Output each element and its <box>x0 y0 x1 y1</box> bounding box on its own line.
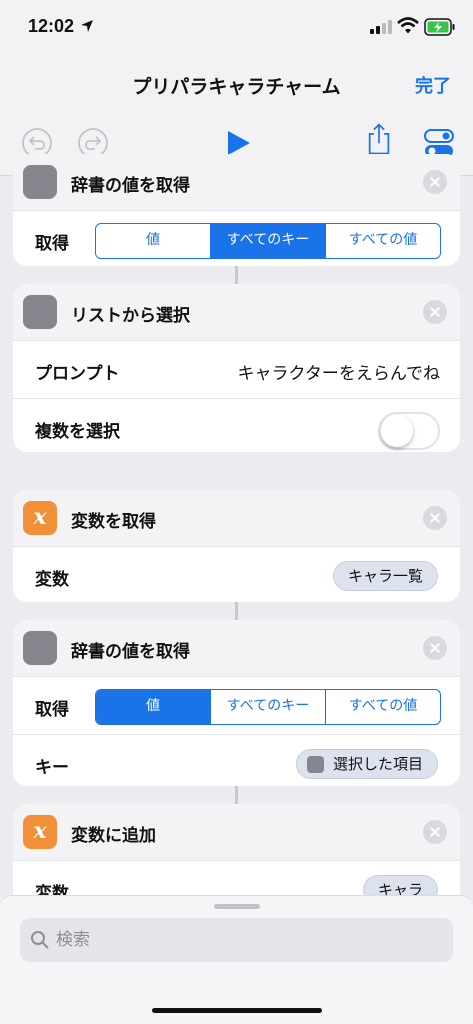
search-bar[interactable] <box>20 918 453 962</box>
search-input[interactable] <box>56 918 436 962</box>
action-title: 変数に追加 <box>71 826 156 846</box>
action-title: リストから選択 <box>71 306 190 326</box>
get-label: 取得 <box>35 234 69 254</box>
select-multiple-label: 複数を選択 <box>35 422 120 442</box>
get-row: 取得 値 すべてのキー すべての値 <box>13 676 460 734</box>
segment-all-keys[interactable]: すべてのキー <box>210 690 325 724</box>
action-card-get-dictionary-value-2[interactable]: 辞書の値を取得 取得 値 すべてのキー すべての値 キー 選択した項目 <box>13 620 460 786</box>
action-title: 変数を取得 <box>71 512 156 532</box>
status-time: 12:02 <box>28 16 75 36</box>
variable-token[interactable]: キャラ一覧 <box>332 561 438 591</box>
segment-value[interactable]: 値 <box>96 224 210 258</box>
status-bar: 12:02 <box>0 0 473 56</box>
action-connector <box>235 786 238 804</box>
key-label: キー <box>35 758 69 778</box>
location-arrow-icon <box>81 20 93 32</box>
select-multiple-toggle[interactable] <box>378 412 440 450</box>
toggle-knob <box>381 415 413 447</box>
gear-icon <box>23 295 57 329</box>
done-button[interactable]: 完了 <box>415 72 451 98</box>
close-icon[interactable] <box>423 636 447 660</box>
share-icon[interactable] <box>362 122 396 156</box>
action-card-get-variable[interactable]: x 変数を取得 変数 キャラ一覧 <box>13 490 460 602</box>
select-multiple-row: 複数を選択 <box>13 398 460 452</box>
get-segmented-control[interactable]: 値 すべてのキー すべての値 <box>95 223 441 259</box>
segment-all-values[interactable]: すべての値 <box>325 690 440 724</box>
variable-icon: x <box>23 501 57 535</box>
prompt-row[interactable]: プロンプト キャラクターをえらんでね <box>13 340 460 398</box>
variable-row: 変数 キャラ一覧 <box>13 546 460 602</box>
action-card-get-dictionary-value[interactable]: 辞書の値を取得 取得 値 すべてのキー すべての値 <box>13 154 460 266</box>
gear-icon <box>306 756 324 773</box>
gear-icon <box>23 631 57 665</box>
action-connector <box>235 266 238 284</box>
segment-value[interactable]: 値 <box>96 690 210 724</box>
close-icon[interactable] <box>423 300 447 324</box>
search-icon <box>31 931 49 949</box>
close-icon[interactable] <box>423 506 447 530</box>
action-header: リストから選択 <box>13 284 460 340</box>
gear-icon <box>23 165 57 199</box>
action-header: 辞書の値を取得 <box>13 154 460 210</box>
key-row: キー 選択した項目 <box>13 734 460 786</box>
close-icon[interactable] <box>423 820 447 844</box>
segment-all-values[interactable]: すべての値 <box>325 224 440 258</box>
action-title: 辞書の値を取得 <box>71 176 190 196</box>
get-row: 取得 値 すべてのキー すべての値 <box>13 210 460 266</box>
page-title: プリパラキャラチャーム <box>132 76 341 98</box>
prompt-label: プロンプト <box>35 364 120 384</box>
get-label: 取得 <box>35 700 69 720</box>
home-indicator <box>152 1008 322 1013</box>
action-title: 辞書の値を取得 <box>71 642 190 662</box>
battery-charging-icon <box>424 18 455 36</box>
action-header: x 変数を取得 <box>13 490 460 546</box>
wifi-icon <box>397 17 419 34</box>
action-card-choose-from-list[interactable]: リストから選択 プロンプト キャラクターをえらんでね 複数を選択 <box>13 284 460 452</box>
cellular-signal-icon <box>370 20 392 34</box>
close-icon[interactable] <box>423 170 447 194</box>
action-connector <box>235 602 238 620</box>
action-header: 辞書の値を取得 <box>13 620 460 676</box>
sheet-grabber[interactable] <box>214 904 260 909</box>
key-token-label: 選択した項目 <box>332 755 423 773</box>
variable-label: 変数 <box>35 570 69 590</box>
key-token[interactable]: 選択した項目 <box>295 749 438 779</box>
navigation-bar: プリパラキャラチャーム 完了 <box>0 56 473 110</box>
actions-bottom-sheet <box>0 895 473 1024</box>
segment-all-keys[interactable]: すべてのキー <box>210 224 325 258</box>
action-header: x 変数に追加 <box>13 804 460 860</box>
variable-icon: x <box>23 815 57 849</box>
get-segmented-control[interactable]: 値 すべてのキー すべての値 <box>95 689 441 725</box>
prompt-value[interactable]: キャラクターをえらんでね <box>238 359 440 384</box>
